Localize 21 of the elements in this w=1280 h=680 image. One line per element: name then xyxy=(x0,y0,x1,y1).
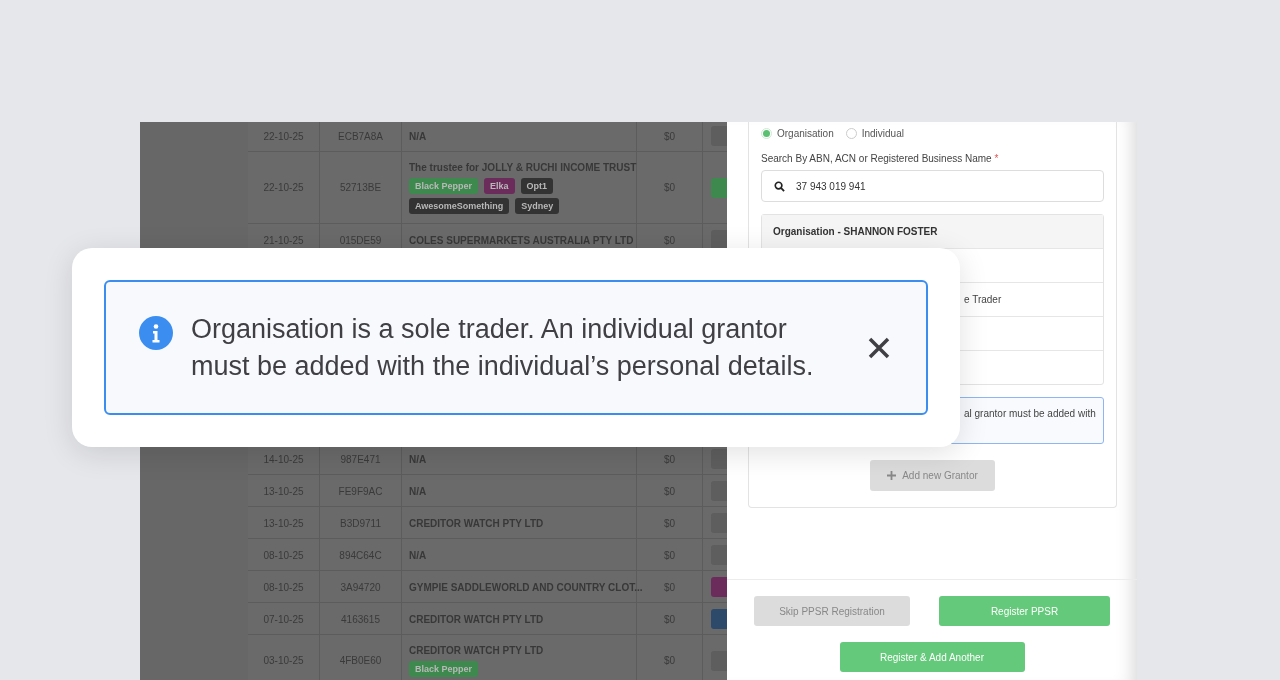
tag: Opt1 xyxy=(520,177,554,194)
result-cell: e Trader xyxy=(964,294,1002,305)
footer-button[interactable]: Register PPSR xyxy=(939,596,1110,626)
tag: Elka xyxy=(484,177,515,194)
footer-button[interactable]: Register & Add Another xyxy=(839,642,1025,672)
footer-button[interactable]: Skip PPSR Registration xyxy=(754,596,910,626)
action-button[interactable] xyxy=(711,230,727,250)
search-icon xyxy=(774,180,785,192)
radio-option[interactable]: Organisation xyxy=(761,128,834,139)
tag: AwesomeSomething xyxy=(409,197,510,214)
tag: Black Pepper xyxy=(409,177,479,194)
search-field[interactable]: 37 943 019 941 xyxy=(761,170,1104,202)
field-label: Search By ABN, ACN or Registered Business Name * xyxy=(761,153,1000,164)
results-header: Organisation - SHANNON FOSTER xyxy=(762,215,1103,249)
tag: Sydney xyxy=(515,197,560,214)
callout-message: Organisation is a sole trader. An individual grantor must be added with the individual’s personal details. xyxy=(191,312,815,383)
radio-option[interactable]: Individual xyxy=(845,128,904,139)
plus-icon xyxy=(887,471,897,480)
tag: Black Pepper xyxy=(409,660,479,677)
info-icon xyxy=(139,316,173,350)
close-icon[interactable] xyxy=(868,336,890,359)
